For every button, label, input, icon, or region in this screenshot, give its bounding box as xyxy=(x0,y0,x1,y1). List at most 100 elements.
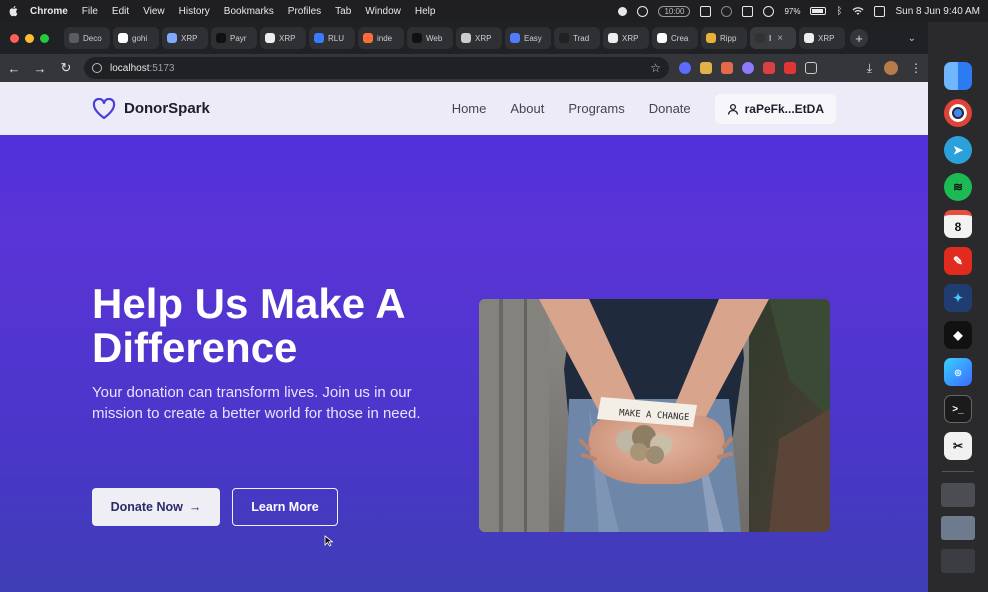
battery-icon[interactable] xyxy=(810,7,827,15)
apple-logo-icon[interactable] xyxy=(8,5,18,17)
tab-label: gohi xyxy=(132,33,148,43)
tab-favicon-icon xyxy=(804,33,814,43)
capcut-icon[interactable]: ✂ xyxy=(944,432,972,460)
nav-donate-link[interactable]: Donate xyxy=(649,101,691,116)
browser-tab[interactable]: XRP xyxy=(260,27,306,49)
site-info-icon[interactable] xyxy=(92,63,102,73)
tab-search-chevron-icon[interactable]: ⌄ xyxy=(908,33,916,44)
donate-now-button[interactable]: Donate Now → xyxy=(92,488,220,526)
bookmark-star-icon[interactable]: ☆ xyxy=(650,61,661,75)
spotify-icon[interactable]: ≋ xyxy=(944,173,972,201)
globe-icon[interactable] xyxy=(637,5,649,17)
moon-icon[interactable] xyxy=(721,5,733,17)
extension-1-icon[interactable] xyxy=(679,62,691,74)
acrobat-icon[interactable]: ✎ xyxy=(944,247,972,275)
menu-window[interactable]: Window xyxy=(365,6,401,17)
extension-5-icon[interactable] xyxy=(763,62,775,74)
extension-4-icon[interactable] xyxy=(742,62,754,74)
screen-capture-icon[interactable] xyxy=(700,5,712,17)
tab-label: inde xyxy=(377,33,393,43)
browser-tab[interactable]: Ripp xyxy=(701,27,747,49)
brand[interactable]: DonorSpark xyxy=(92,97,210,120)
browser-tab[interactable]: RLU xyxy=(309,27,355,49)
browser-tab[interactable]: Web xyxy=(407,27,453,49)
browser-tab[interactable]: XRP xyxy=(603,27,649,49)
close-window-button[interactable] xyxy=(10,33,19,43)
menu-history[interactable]: History xyxy=(179,6,210,17)
browser-tab[interactable]: Easy xyxy=(505,27,551,49)
minimized-window-thumbnail-2[interactable] xyxy=(941,516,975,540)
hero-subtitle: Your donation can transform lives. Join … xyxy=(92,384,421,422)
browser-tab[interactable]: inde xyxy=(358,27,404,49)
nav-about-link[interactable]: About xyxy=(510,101,544,116)
profile-avatar[interactable] xyxy=(884,61,898,75)
browser-tab[interactable]: Payr xyxy=(211,27,257,49)
display-icon[interactable] xyxy=(742,5,754,17)
hero-title: Help Us Make A Difference xyxy=(92,280,404,371)
play-icon[interactable] xyxy=(763,5,775,17)
bluetooth-icon[interactable]: ᛒ xyxy=(836,6,842,17)
forward-arrow-icon[interactable]: → xyxy=(32,61,48,76)
tab-list: Deco gohi XRP Payr XRP RLU inde Web XRP Easy Trad X… xyxy=(64,27,845,49)
tab-label: XRP xyxy=(475,33,492,43)
menu-bookmarks[interactable]: Bookmarks xyxy=(224,6,274,17)
wallet-button[interactable]: raPeFk...EtDA xyxy=(714,93,836,124)
browser-tab[interactable]: Deco xyxy=(64,27,110,49)
terminal-icon[interactable]: >_ xyxy=(944,395,972,423)
box-app-icon[interactable]: ◆ xyxy=(944,321,972,349)
nav-home-link[interactable]: Home xyxy=(452,101,487,116)
tab-label: Web xyxy=(426,33,443,43)
menu-help[interactable]: Help xyxy=(415,6,436,17)
mind-map-app-icon[interactable]: ✦ xyxy=(944,284,972,312)
menu-tab[interactable]: Tab xyxy=(335,6,351,17)
brand-name: DonorSpark xyxy=(124,100,210,117)
minimized-window-thumbnail-3[interactable] xyxy=(941,549,975,573)
extension-6-icon[interactable] xyxy=(784,62,796,74)
menu-view[interactable]: View xyxy=(143,6,165,17)
extension-3-icon[interactable] xyxy=(721,62,733,74)
learn-more-label: Learn More xyxy=(251,500,319,514)
browser-tab[interactable]: XRP xyxy=(162,27,208,49)
menu-app-name[interactable]: Chrome xyxy=(30,6,68,17)
nav-programs-link[interactable]: Programs xyxy=(568,101,624,116)
menubar-datetime[interactable]: Sun 8 Jun 9:40 AM xyxy=(895,6,980,17)
zoom-window-button[interactable] xyxy=(40,33,49,43)
menu-edit[interactable]: Edit xyxy=(112,6,129,17)
kebab-menu-icon[interactable]: ⋮ xyxy=(910,61,922,75)
menu-file[interactable]: File xyxy=(82,6,98,17)
tab-label: I xyxy=(769,33,772,43)
finder-icon[interactable] xyxy=(944,62,972,90)
timer-pill[interactable]: 10:00 xyxy=(658,5,691,17)
control-center-icon[interactable] xyxy=(874,5,886,17)
menubar-status-area: 10:00 97% ᛒ Sun 8 Jun 9:40 AM xyxy=(618,5,980,17)
learn-more-button[interactable]: Learn More xyxy=(232,488,338,526)
minimize-window-button[interactable] xyxy=(25,33,34,43)
chrome-window: Deco gohi XRP Payr XRP RLU inde Web XRP Easy Trad X… xyxy=(0,22,928,592)
minimized-window-thumbnail-1[interactable] xyxy=(941,483,975,507)
extension-2-icon[interactable] xyxy=(700,62,712,74)
browser-tab[interactable]: Crea xyxy=(652,27,698,49)
tab-favicon-icon xyxy=(167,33,177,43)
record-icon[interactable] xyxy=(618,6,628,16)
chrome-icon[interactable] xyxy=(944,99,972,127)
download-icon[interactable]: ⤓ xyxy=(867,61,872,76)
address-bar[interactable]: localhost:5173 ☆ xyxy=(84,57,669,79)
browser-tab[interactable]: XRP xyxy=(799,27,845,49)
tab-label: Crea xyxy=(671,33,689,43)
browser-tab[interactable]: Trad xyxy=(554,27,600,49)
telegram-icon[interactable]: ➤ xyxy=(944,136,972,164)
browser-tab[interactable]: gohi xyxy=(113,27,159,49)
browser-tab[interactable]: I × xyxy=(750,27,796,49)
cleanmymac-icon[interactable]: ◎ xyxy=(944,358,972,386)
calendar-icon[interactable]: 8 xyxy=(944,210,972,238)
reload-icon[interactable]: ↻ xyxy=(58,60,74,76)
menu-profiles[interactable]: Profiles xyxy=(288,6,321,17)
close-tab-icon[interactable]: × xyxy=(777,33,783,44)
browser-tab[interactable]: XRP xyxy=(456,27,502,49)
tab-strip: Deco gohi XRP Payr XRP RLU inde Web XRP Easy Trad X… xyxy=(0,22,928,54)
wifi-icon[interactable] xyxy=(852,6,864,16)
new-tab-button[interactable]: + xyxy=(850,29,868,47)
url-host: localhost xyxy=(110,62,150,74)
extensions-puzzle-icon[interactable] xyxy=(805,62,817,74)
back-arrow-icon[interactable]: ← xyxy=(6,61,22,76)
